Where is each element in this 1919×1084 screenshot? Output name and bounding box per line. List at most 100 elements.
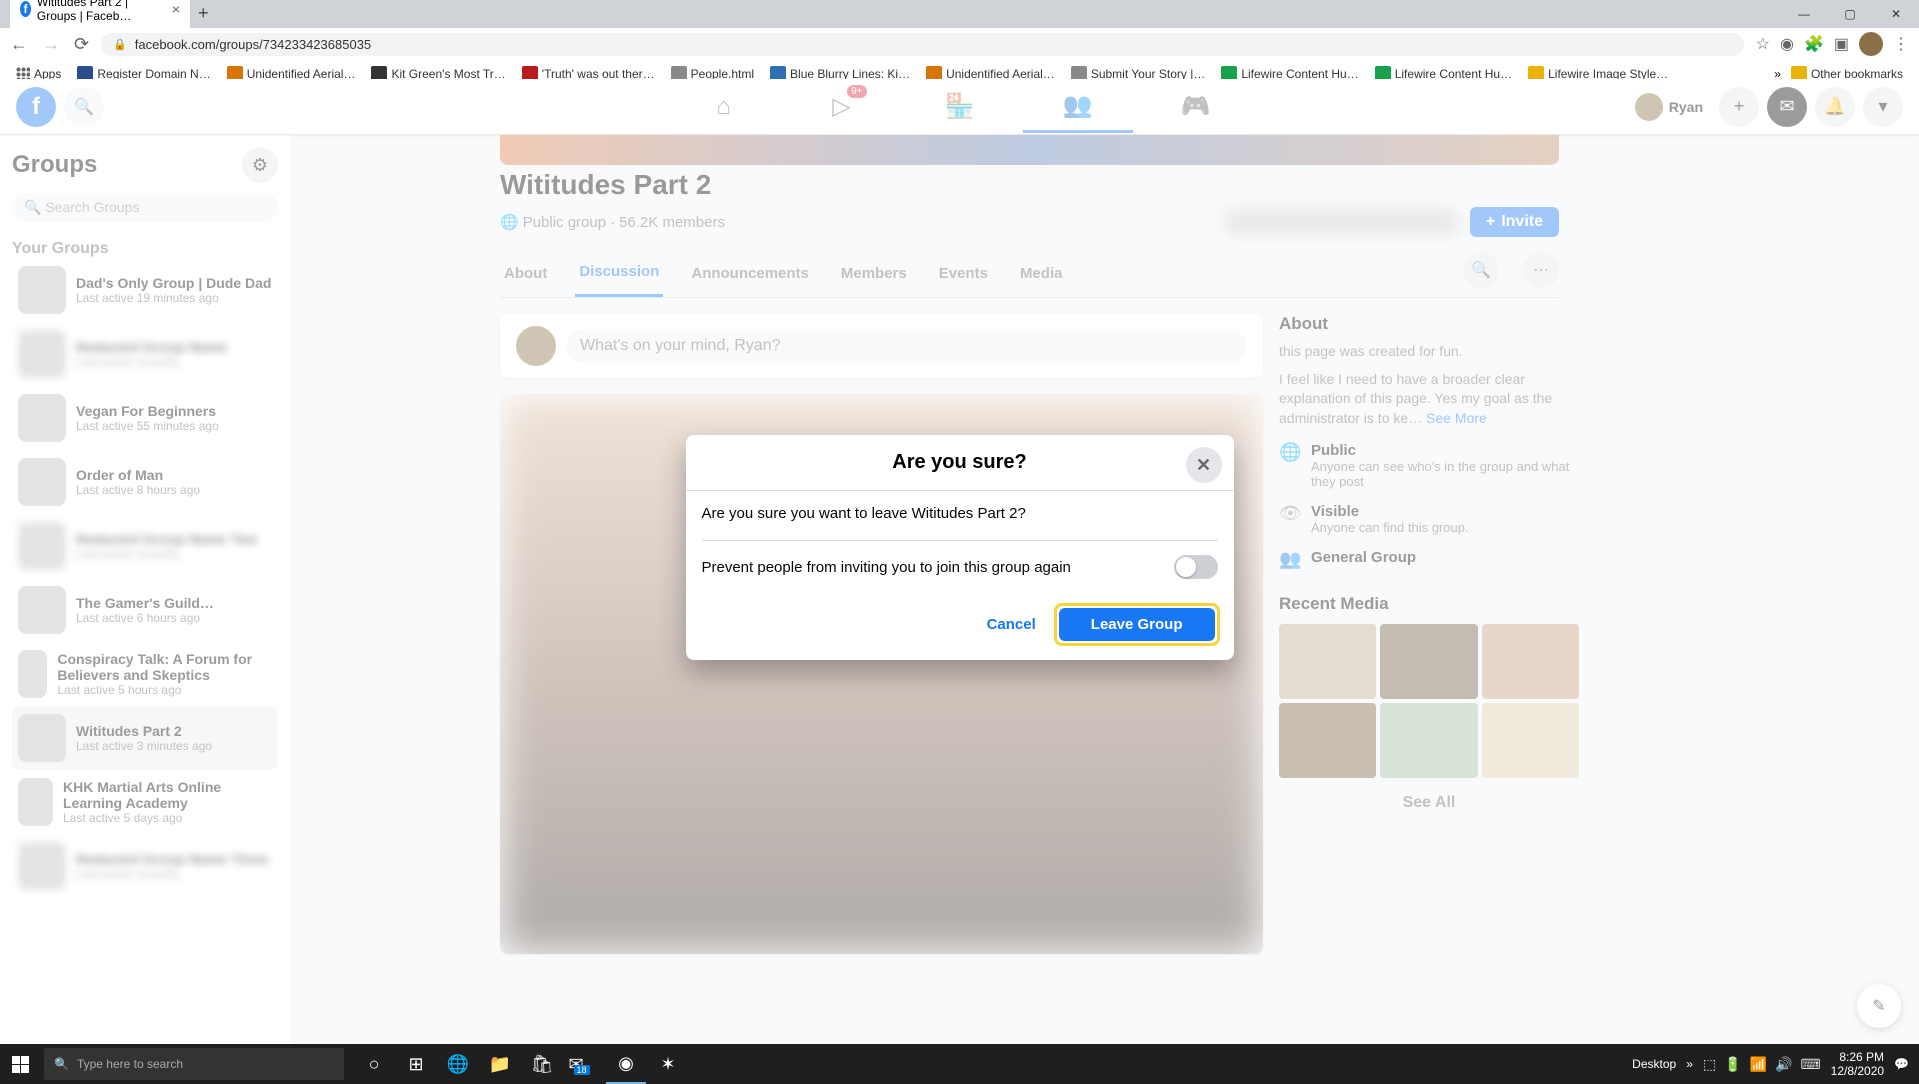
- start-button[interactable]: [0, 1044, 40, 1084]
- sidebar-group-item[interactable]: Wititudes Part 2 Last active 3 minutes a…: [12, 706, 278, 770]
- browser-tab[interactable]: f Wititudes Part 2 | Groups | Faceb… ×: [10, 0, 190, 28]
- extension-icon-1[interactable]: ◉: [1780, 34, 1794, 54]
- edge-icon[interactable]: 🌐: [438, 1044, 478, 1084]
- facebook-logo[interactable]: f: [16, 87, 56, 127]
- system-tray: ⬚ 🔋 📶 🔊 ⌨: [1703, 1056, 1821, 1073]
- tab-events[interactable]: Events: [935, 251, 992, 296]
- sidebar-group-item[interactable]: Vegan For Beginners Last active 55 minut…: [12, 386, 278, 450]
- tab-announcements[interactable]: Announcements: [687, 251, 813, 296]
- tab-members[interactable]: Members: [837, 251, 911, 296]
- new-message-button[interactable]: ✎: [1857, 984, 1901, 1028]
- gear-icon[interactable]: ⚙: [242, 147, 278, 183]
- globe-icon: 🌐: [500, 213, 519, 231]
- chrome-menu-icon[interactable]: ⋮: [1893, 34, 1909, 54]
- tab-about[interactable]: About: [500, 251, 551, 296]
- taskbar-search[interactable]: 🔍 Type here to search: [44, 1048, 344, 1080]
- nav-gaming[interactable]: 🎮: [1141, 81, 1251, 133]
- account-menu-button[interactable]: ▾: [1863, 87, 1903, 127]
- profile-chip[interactable]: Ryan: [1627, 89, 1711, 125]
- leave-group-highlight: Leave Group: [1054, 603, 1220, 646]
- messenger-button[interactable]: ✉: [1767, 87, 1807, 127]
- sidebar-group-item[interactable]: Conspiracy Talk: A Forum for Believers a…: [12, 642, 278, 706]
- tab-discussion[interactable]: Discussion: [575, 249, 663, 297]
- taskbar-clock[interactable]: 8:26 PM 12/8/2020: [1831, 1050, 1884, 1079]
- window-minimize[interactable]: —: [1781, 0, 1827, 28]
- see-more-link[interactable]: See More: [1426, 410, 1487, 426]
- app-icon[interactable]: ✶: [648, 1044, 688, 1084]
- sidebar-group-item[interactable]: KHK Martial Arts Online Learning Academy…: [12, 770, 278, 834]
- group-thumb: [18, 586, 66, 634]
- tray-icon[interactable]: ⬚: [1703, 1056, 1716, 1073]
- see-all-button[interactable]: See All: [1279, 784, 1579, 822]
- group-name: Redacted Group Name Two: [76, 531, 258, 547]
- store-icon[interactable]: 🛍: [522, 1044, 562, 1084]
- tray-volume-icon[interactable]: 🔊: [1775, 1056, 1792, 1073]
- cortana-icon[interactable]: ○: [354, 1044, 394, 1084]
- new-tab-button[interactable]: +: [190, 0, 217, 28]
- nav-marketplace[interactable]: 🏪: [905, 81, 1015, 133]
- media-thumb[interactable]: [1279, 703, 1376, 778]
- group-thumb: [18, 394, 66, 442]
- globe-icon: 🌐: [1279, 442, 1299, 463]
- leave-group-button[interactable]: Leave Group: [1059, 608, 1215, 641]
- sidebar-search[interactable]: 🔍 Search Groups: [12, 193, 278, 222]
- group-cover-photo[interactable]: [500, 135, 1559, 165]
- mail-icon[interactable]: ✉18: [564, 1044, 604, 1084]
- window-maximize[interactable]: ▢: [1827, 0, 1873, 28]
- nav-groups[interactable]: 👥: [1023, 81, 1133, 133]
- group-activity: Last active 5 days ago: [63, 811, 272, 825]
- media-thumb[interactable]: [1482, 703, 1579, 778]
- group-name: Redacted Group Name: [76, 339, 227, 355]
- sidebar-group-item[interactable]: Redacted Group Name Three Last active re…: [12, 834, 278, 898]
- invite-button[interactable]: + Invite: [1470, 207, 1559, 237]
- facebook-search-button[interactable]: 🔍: [64, 87, 104, 127]
- chrome-icon[interactable]: ◉: [606, 1044, 646, 1084]
- composer-input[interactable]: What's on your mind, Ryan?: [566, 329, 1247, 363]
- media-thumb[interactable]: [1482, 624, 1579, 699]
- media-thumb[interactable]: [1279, 624, 1376, 699]
- url-field[interactable]: 🔒 facebook.com/groups/734233423685035: [101, 33, 1744, 56]
- window-close[interactable]: ✕: [1873, 0, 1919, 28]
- sidebar-group-item[interactable]: Dad's Only Group | Dude Dad Last active …: [12, 258, 278, 322]
- cast-icon[interactable]: ▣: [1834, 34, 1849, 54]
- group-thumb: [18, 330, 66, 378]
- cancel-button[interactable]: Cancel: [973, 608, 1050, 641]
- modal-close-button[interactable]: ✕: [1186, 447, 1222, 483]
- group-name: Order of Man: [76, 467, 200, 483]
- tray-overflow-icon[interactable]: »: [1686, 1057, 1693, 1071]
- star-bookmark-icon[interactable]: ☆: [1756, 34, 1770, 54]
- tab-close-icon[interactable]: ×: [172, 1, 180, 17]
- desktop-label[interactable]: Desktop: [1632, 1057, 1676, 1071]
- more-icon[interactable]: ⋯: [1523, 252, 1559, 288]
- tray-wifi-icon[interactable]: 📶: [1750, 1056, 1767, 1073]
- sidebar-group-item[interactable]: Redacted Group Name Last active recently: [12, 322, 278, 386]
- tray-lang-icon[interactable]: ⌨: [1800, 1056, 1820, 1073]
- search-icon[interactable]: 🔍: [1463, 252, 1499, 288]
- chrome-profile-avatar[interactable]: [1859, 32, 1883, 56]
- member-avatars[interactable]: [1224, 208, 1460, 236]
- nav-home[interactable]: ⌂: [669, 81, 779, 133]
- sidebar-title: Groups: [12, 151, 97, 179]
- media-thumb[interactable]: [1380, 624, 1477, 699]
- tray-icon[interactable]: 🔋: [1724, 1056, 1741, 1073]
- about-info-item: 🌐 Public Anyone can see who's in the gro…: [1279, 442, 1579, 489]
- create-button[interactable]: +: [1719, 87, 1759, 127]
- extensions-icon[interactable]: 🧩: [1804, 34, 1824, 54]
- notifications-button[interactable]: 🔔: [1815, 87, 1855, 127]
- nav-watch[interactable]: ▷9+: [787, 81, 897, 133]
- nav-back-icon[interactable]: ←: [10, 34, 28, 55]
- sidebar-group-item[interactable]: Redacted Group Name Two Last active rece…: [12, 514, 278, 578]
- nav-reload-icon[interactable]: ⟳: [74, 34, 89, 55]
- sidebar-group-item[interactable]: The Gamer's Guild… Last active 6 hours a…: [12, 578, 278, 642]
- nav-forward-icon[interactable]: →: [42, 34, 60, 55]
- group-activity: Last active 6 hours ago: [76, 611, 214, 625]
- prevent-invites-toggle[interactable]: [1174, 555, 1218, 579]
- explorer-icon[interactable]: 📁: [480, 1044, 520, 1084]
- composer-avatar[interactable]: [516, 326, 556, 366]
- action-center-icon[interactable]: 💬: [1894, 1057, 1909, 1071]
- tab-media[interactable]: Media: [1016, 251, 1067, 296]
- facebook-top-nav: ⌂ ▷9+ 🏪 👥 🎮: [669, 81, 1251, 133]
- task-view-icon[interactable]: ⊞: [396, 1044, 436, 1084]
- sidebar-group-item[interactable]: Order of Man Last active 8 hours ago: [12, 450, 278, 514]
- media-thumb[interactable]: [1380, 703, 1477, 778]
